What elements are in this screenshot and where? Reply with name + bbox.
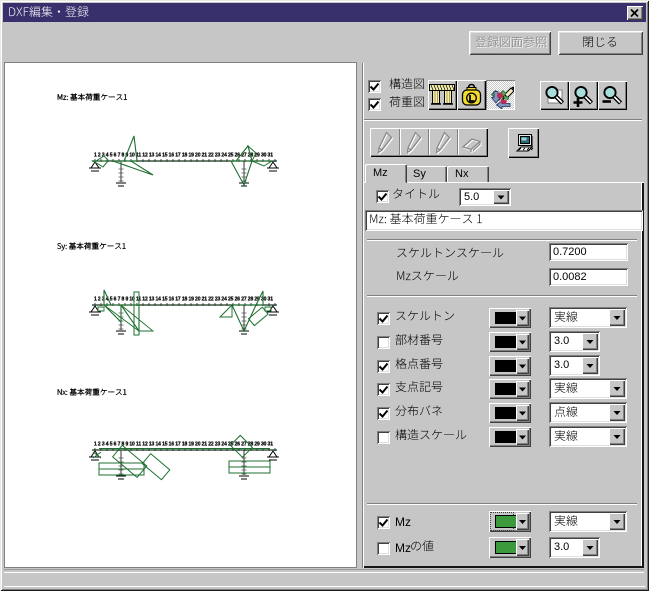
svg-text:1 2 3 4 5 6 7 8 9 10 11 12 13: 1 2 3 4 5 6 7 8 9 10 11 12 13 14 15 16 1… [94, 153, 273, 159]
svg-text:1 2 3 4 5 6 7 8 9 10 11 12 13: 1 2 3 4 5 6 7 8 9 10 11 12 13 14 15 16 1… [94, 297, 273, 303]
